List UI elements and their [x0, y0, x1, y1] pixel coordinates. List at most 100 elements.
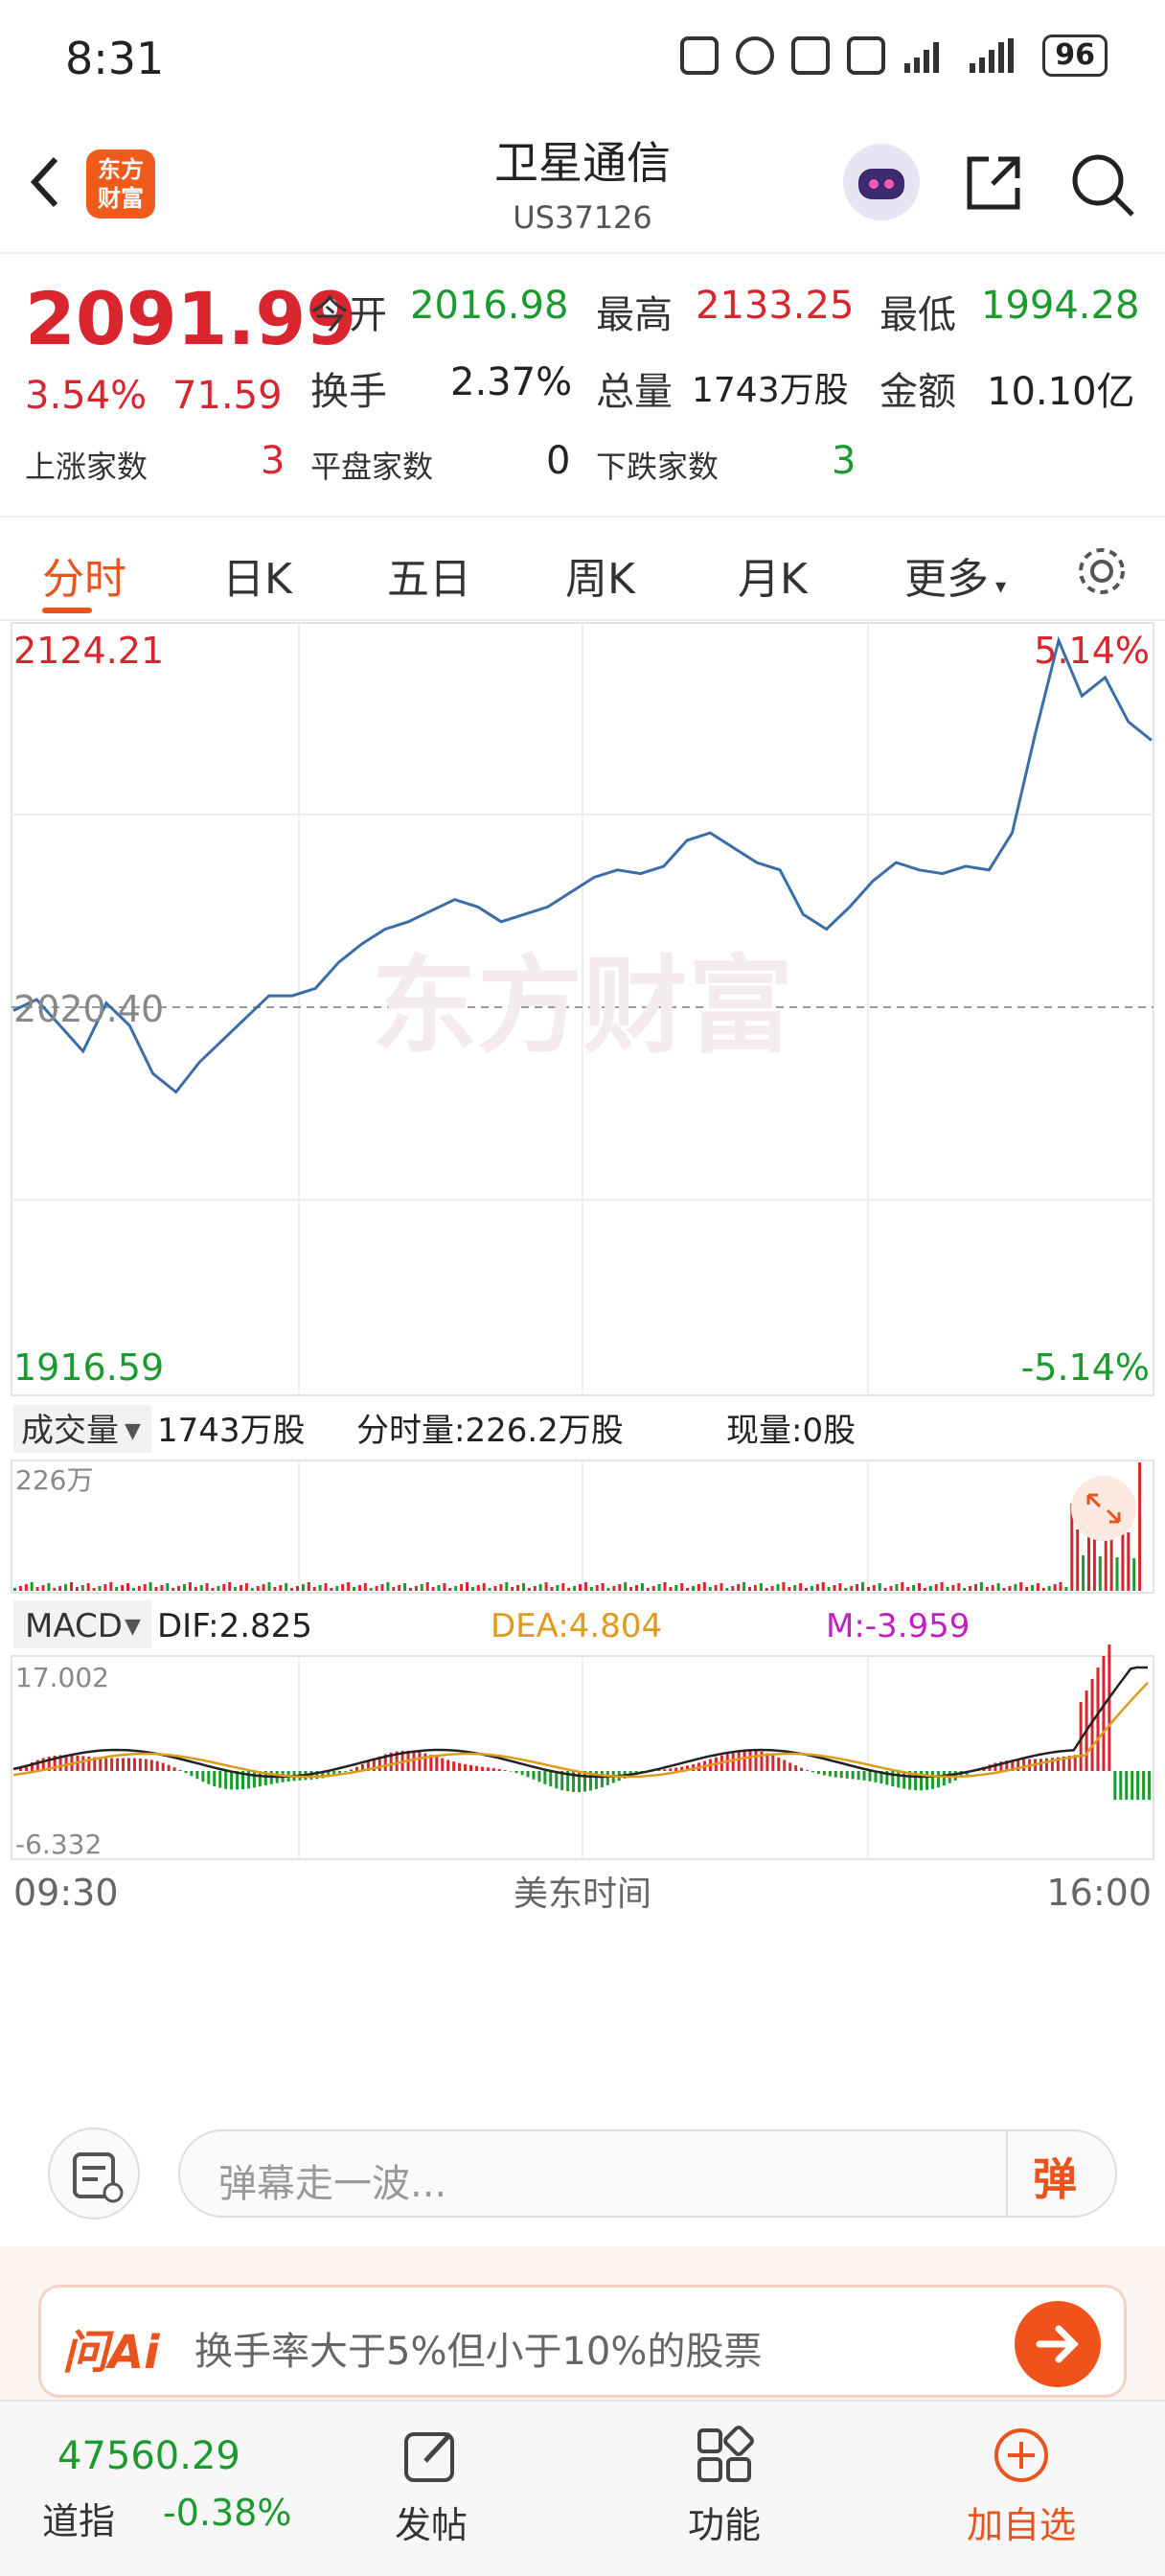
notes-settings-button[interactable] — [48, 2128, 140, 2220]
macd-bar — [1096, 1668, 1100, 1771]
volume-bar — [262, 1584, 265, 1591]
tab-intraday[interactable]: 分时 — [42, 544, 126, 606]
macd-bar — [936, 1771, 940, 1788]
volume-bar — [861, 1582, 864, 1591]
macd-bar — [230, 1771, 234, 1790]
volume-bar — [488, 1588, 491, 1591]
nav-post-label: 发帖 — [394, 2504, 468, 2546]
tab-monthly-k[interactable]: 月K — [738, 544, 808, 606]
volume-bar — [403, 1583, 407, 1591]
macd-bar — [458, 1762, 462, 1771]
volume-bar — [663, 1582, 667, 1591]
volume-bar — [448, 1588, 452, 1591]
macd-bar — [167, 1764, 171, 1771]
macd-bar — [190, 1771, 194, 1777]
settings-gear-icon[interactable] — [1073, 542, 1131, 600]
macd-bar — [868, 1771, 872, 1782]
chart-tabs: 分时 日K 五日 周K 月K 更多 ▾ — [0, 516, 1165, 621]
volume-bar — [86, 1583, 90, 1591]
volume-bar — [991, 1585, 994, 1591]
pct-axis-low: -5.14% — [1021, 1346, 1150, 1389]
index-name[interactable]: 道指 — [42, 2492, 115, 2544]
tab-weekly-k[interactable]: 周K — [565, 544, 635, 606]
time-zone: 美东时间 — [514, 1874, 651, 1914]
nav-add-watchlist[interactable]: 加自选 — [954, 2425, 1088, 2559]
share-icon[interactable] — [964, 153, 1023, 213]
macd-bar — [845, 1771, 849, 1779]
comment-input[interactable]: 弹幕走一波... 弹 — [178, 2129, 1117, 2218]
volume-bar — [121, 1585, 125, 1591]
ai-search-bar: 问Ai 换手率大于5%但小于10%的股票 — [0, 2246, 1165, 2400]
volume-bar — [720, 1583, 723, 1591]
volume-label: 总量 — [596, 370, 673, 414]
macd-bar — [862, 1771, 866, 1781]
ai-prompt-box[interactable]: 问Ai 换手率大于5%但小于10%的股票 — [38, 2285, 1127, 2398]
expand-button[interactable] — [1071, 1476, 1136, 1541]
volume-axis-max: 226万 — [15, 1464, 93, 1496]
volume-bar — [889, 1586, 893, 1591]
nav-function-label: 功能 — [687, 2504, 761, 2546]
volume-bar — [414, 1586, 418, 1591]
volume-bar — [137, 1586, 141, 1591]
volume-bar — [595, 1585, 599, 1591]
macd-bar — [144, 1759, 148, 1771]
volume-bar — [466, 1582, 468, 1591]
index-value[interactable]: 47560.29 — [57, 2434, 240, 2478]
volume-bar — [799, 1583, 803, 1591]
mute-icon — [847, 36, 886, 75]
macd-bar — [99, 1758, 103, 1771]
low-value: 1994.28 — [981, 284, 1140, 328]
volume-bar — [533, 1586, 537, 1591]
volume-bar — [1115, 1557, 1119, 1591]
volume-bar — [895, 1584, 899, 1591]
volume-bar — [538, 1584, 542, 1591]
robot-assistant-icon[interactable] — [843, 144, 920, 220]
danmu-toggle[interactable]: 弹 — [1033, 2145, 1077, 2208]
flat-count-label: 平盘家数 — [310, 448, 434, 485]
volume-bar — [98, 1586, 102, 1591]
volume-bar — [476, 1585, 480, 1591]
nav-post[interactable]: 发帖 — [393, 2425, 469, 2559]
macd-m: M:-3.959 — [826, 1607, 970, 1645]
volume-bar — [30, 1582, 34, 1591]
macd-bar — [350, 1769, 354, 1771]
volume-bar — [918, 1583, 921, 1591]
volume-bar — [680, 1583, 684, 1591]
volume-bar — [957, 1583, 961, 1591]
intraday-chart[interactable]: 东方财富 2124.21 2020.40 1916.59 5.14% -5.14… — [0, 621, 1165, 2101]
volume-bar — [64, 1584, 68, 1591]
volume-bar — [708, 1587, 712, 1591]
add-circle-icon — [994, 2428, 1048, 2482]
macd-bar — [452, 1761, 456, 1771]
volume-bar — [148, 1582, 152, 1591]
volume-bar — [527, 1588, 531, 1591]
volume-bar — [437, 1585, 441, 1591]
volume-bar — [725, 1588, 729, 1591]
macd-dea: DEA:4.804 — [491, 1607, 662, 1645]
volume-bar — [782, 1582, 786, 1591]
volume-bar — [41, 1585, 45, 1591]
volume-bar — [1109, 1531, 1113, 1591]
volume-bar — [482, 1583, 486, 1591]
macd-bar — [663, 1769, 667, 1771]
search-icon[interactable] — [1069, 151, 1136, 218]
macd-selector-label: MACD — [25, 1607, 123, 1645]
down-count-label: 下跌家数 — [596, 448, 720, 485]
open-value: 2016.98 — [410, 284, 569, 328]
ai-submit-button[interactable] — [1015, 2301, 1101, 2387]
volume-bar — [194, 1587, 197, 1591]
volume-bar — [776, 1584, 780, 1591]
macd-bar — [674, 1767, 678, 1771]
volume-bar — [805, 1588, 808, 1591]
volume-bar — [640, 1583, 644, 1591]
tab-five-day[interactable]: 五日 — [387, 544, 471, 606]
macd-bar — [783, 1760, 787, 1771]
macd-bar — [1108, 1644, 1111, 1771]
macd-bar — [344, 1771, 348, 1772]
tab-daily-k[interactable]: 日K — [222, 544, 292, 606]
nav-function[interactable]: 功能 — [686, 2425, 763, 2559]
tab-more[interactable]: 更多 ▾ — [904, 544, 1006, 606]
up-count: 3 — [261, 439, 286, 483]
volume-bar — [646, 1588, 650, 1591]
volume-bar — [1064, 1587, 1068, 1591]
